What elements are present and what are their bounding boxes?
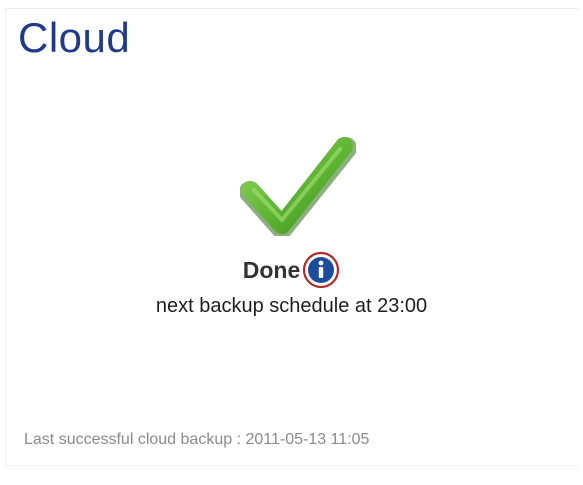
last-backup-info: Last successful cloud backup : 2011-05-1… xyxy=(24,431,370,448)
info-icon[interactable] xyxy=(302,251,340,289)
checkmark-icon xyxy=(240,137,356,236)
status-label: Done xyxy=(242,256,301,283)
next-backup-schedule: next backup schedule at 23:00 xyxy=(155,295,428,317)
backup-status: Done xyxy=(0,248,583,290)
panel-title: Cloud xyxy=(18,14,131,61)
cloud-backup-panel xyxy=(5,8,578,466)
